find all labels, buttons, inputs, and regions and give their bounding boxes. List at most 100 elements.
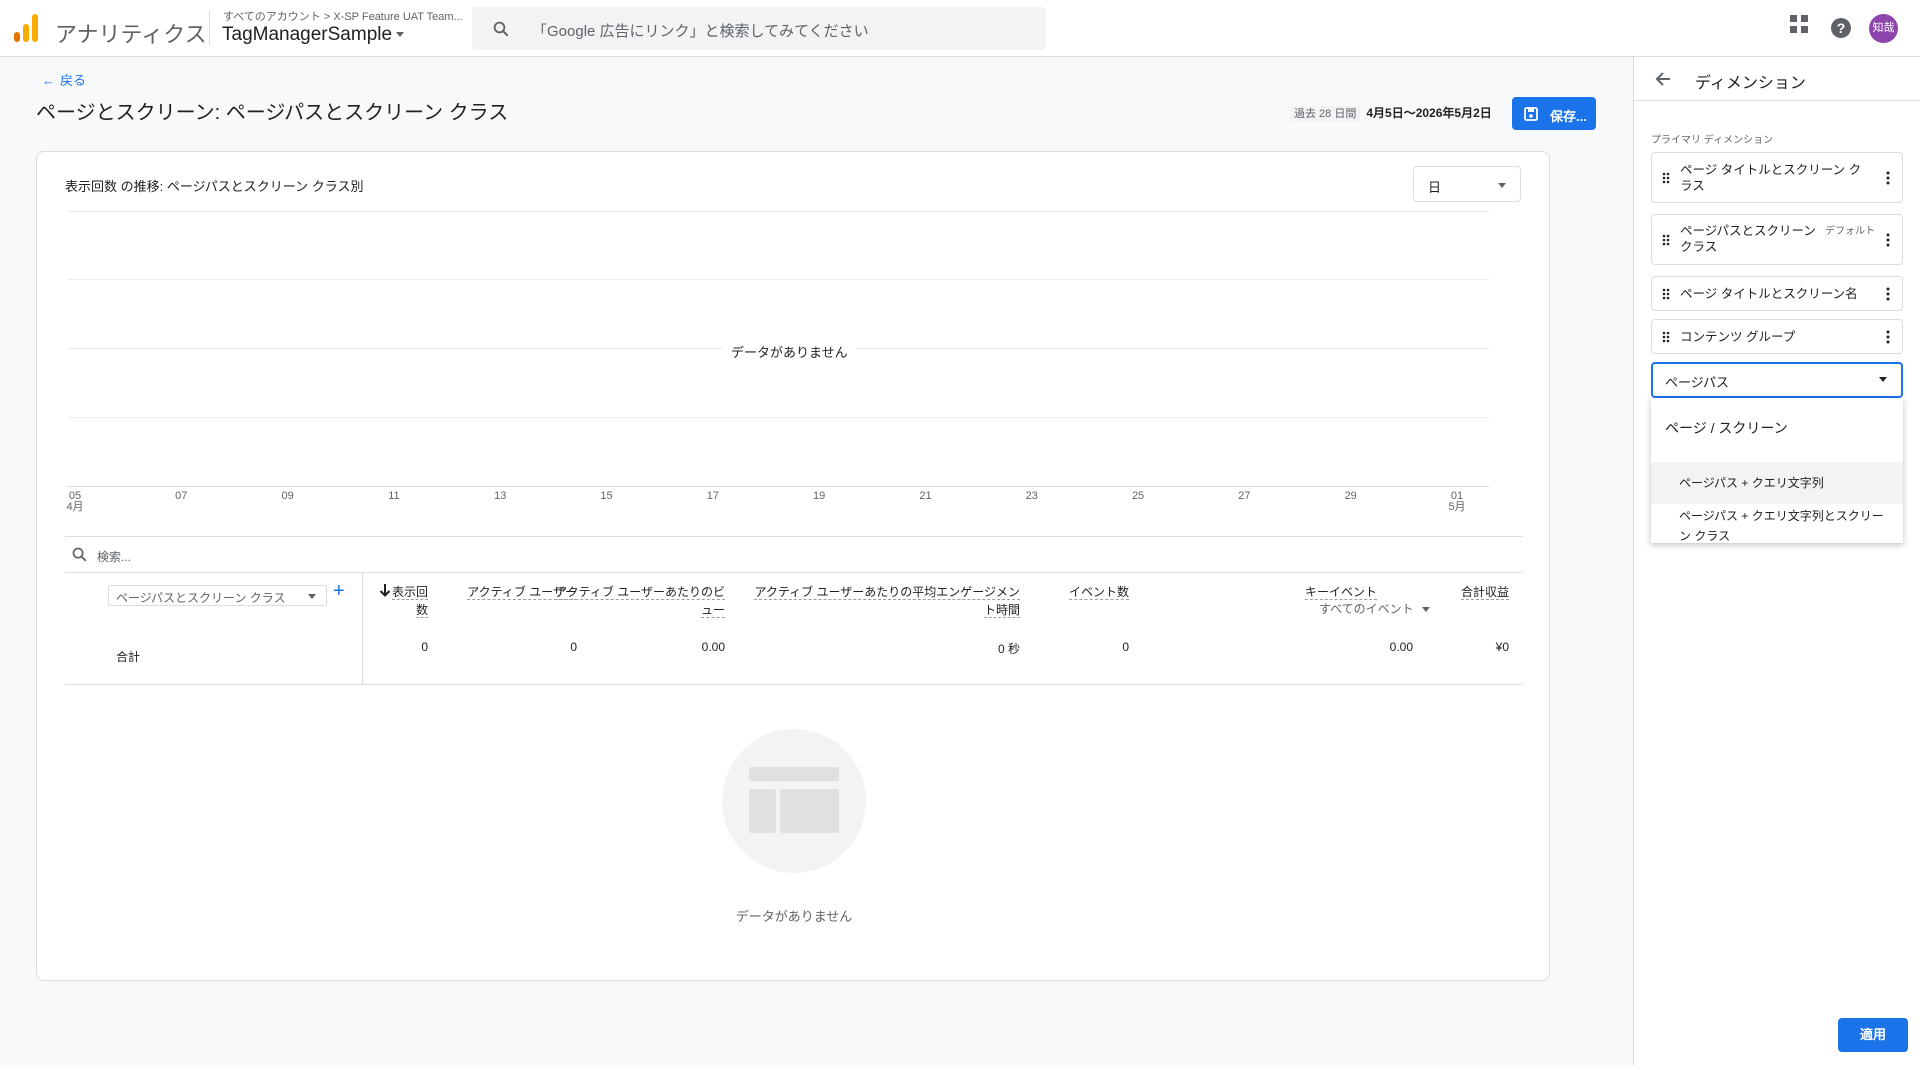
x-tick-label: 05 4月 [66,490,84,513]
key-event-filter[interactable]: すべてのイベント [1319,600,1430,617]
metric-header-label: イベント数 [1069,585,1130,600]
metric-header-label: アクティブ ユーザーあたりのビュー [555,585,725,618]
metric-total-views: 0 [421,640,428,654]
arrow-left-icon[interactable] [1655,71,1671,87]
chart-title: 表示回数 の推移: ページパスとスクリーン クラス別 [65,179,364,194]
chevron-down-icon [1879,377,1887,382]
dimension-column: ページパスとスクリーン クラス + 合計 [65,573,363,684]
granularity-value: 日 [1428,180,1442,195]
empty-table-illustration [722,729,866,873]
dimension-item-label: ページ タイトルとスクリーン クラス [1680,163,1862,193]
section-label: プライマリ ディメンション [1651,135,1774,146]
app-name: アナリティクス [55,22,207,47]
divider [209,10,210,46]
metric-header-key-events[interactable]: キーイベント [1277,583,1377,601]
data-table: ページパスとスクリーン クラス + 合計 表示回数 アクティブ ユーザー アクテ… [65,573,1523,685]
x-axis-line [67,486,1489,487]
search-icon [493,21,509,37]
x-tick-label: 01 5月 [1448,490,1466,513]
more-vert-icon[interactable] [1886,233,1890,247]
report-card: 表示回数 の推移: ページパスとスクリーン クラス別 日 データがありません 0… [36,151,1550,981]
dimension-search-combobox[interactable]: ページパス [1651,362,1903,398]
chevron-down-icon [396,32,405,38]
svg-text:?: ? [1837,20,1846,36]
panel-header: ディメンション [1634,57,1920,101]
metric-header-views-per-user[interactable]: アクティブ ユーザーあたりのビュー [545,583,725,619]
x-tick-label: 15 [600,490,613,502]
account-breadcrumb[interactable]: すべてのアカウント > X-SP Feature UAT Team... [223,8,463,24]
search-input[interactable]: 「Google 広告にリンク」と検索してみてください [472,7,1046,50]
dimension-item-label: ページ タイトルとスクリーン名 [1680,287,1858,301]
dimension-select[interactable]: ページパスとスクリーン クラス [108,585,327,606]
metric-header-label: アクティブ ユーザーあたりの平均エンゲージメント時間 [754,585,1020,618]
date-range-value: 4月5日～2026年5月2日 [1366,106,1492,120]
metric-total-views-per-user: 0.00 [701,640,725,654]
x-tick-label: 29 [1344,490,1357,502]
drag-handle-icon[interactable] [1662,288,1670,300]
x-tick-label: 21 [919,490,932,502]
save-button[interactable]: 保存... [1512,97,1596,130]
avatar[interactable]: 知哉 [1869,14,1898,43]
chevron-down-icon [1498,183,1506,188]
dropdown-option[interactable]: ページパス + クエリ文字列とスクリーン クラス [1651,504,1903,546]
more-vert-icon[interactable] [1886,171,1890,185]
save-label: 保存... [1550,109,1587,124]
metric-header-label: 表示回数 [391,585,428,618]
dimension-item[interactable]: ページパスとスクリーン クラス デフォルト [1651,214,1903,265]
dimension-item-label: ページパスとスクリーン クラス [1680,224,1816,254]
property-name: TagManagerSample [222,24,393,45]
x-tick-label: 17 [706,490,719,502]
drag-handle-icon[interactable] [1662,172,1670,184]
back-link[interactable]: ← 戻る [42,70,86,89]
gridline [67,417,1489,418]
table-search-placeholder: 検索... [97,550,132,564]
dropdown-group-label: ページ / スクリーン [1665,420,1788,436]
x-tick-label: 09 [281,490,294,502]
metric-total-active-users: 0 [570,640,577,654]
dimension-select-label: ページパスとスクリーン クラス [116,591,286,605]
metric-total-engagement-time: 0 秒 [997,642,1020,656]
more-vert-icon[interactable] [1886,287,1890,301]
property-selector[interactable]: TagManagerSample [222,24,405,46]
date-range-picker[interactable]: 過去 28 日間 4月5日～2026年5月2日 [1290,104,1492,122]
metric-header-views[interactable]: 表示回数 [382,583,428,619]
apps-grid-icon[interactable] [1790,15,1808,33]
dimension-dropdown: ページ / スクリーン ページパス + クエリ文字列 ページパス + クエリ文字… [1651,398,1903,543]
drag-handle-icon[interactable] [1662,331,1670,343]
gridline [67,211,1489,212]
dimension-item[interactable]: コンテンツ グループ [1651,319,1903,354]
analytics-logo-icon[interactable] [14,14,38,42]
metric-header-total-revenue[interactable]: 合計収益 [1461,583,1510,601]
metric-header-event-count[interactable]: イベント数 [1069,583,1130,601]
dropdown-option[interactable]: ページパス + クエリ文字列 [1651,462,1903,504]
metric-header-label: 合計収益 [1461,585,1510,600]
x-tick-label: 19 [813,490,826,502]
search-icon [72,547,87,562]
total-label: 合計 [116,650,141,664]
x-tick-label: 11 [388,490,400,502]
more-vert-icon[interactable] [1886,330,1890,344]
apply-button[interactable]: 適用 [1838,1018,1908,1052]
drag-handle-icon[interactable] [1662,234,1670,246]
metric-header-engagement-time[interactable]: アクティブ ユーザーあたりの平均エンゲージメント時間 [750,583,1020,619]
chevron-down-icon [308,594,316,599]
combobox-value: ページパス [1665,375,1729,390]
top-bar: アナリティクス すべてのアカウント > X-SP Feature UAT Tea… [0,0,1920,57]
add-dimension-button[interactable]: + [333,580,345,603]
page-title: ページとスクリーン: ページパスとスクリーン クラス [36,102,509,124]
table-search[interactable]: 検索... [65,536,1523,573]
panel-title: ディメンション [1695,75,1806,92]
dimension-item[interactable]: ページ タイトルとスクリーン クラス [1651,152,1903,203]
search-placeholder: 「Google 広告にリンク」と検索してみてください [532,23,869,40]
dimension-item[interactable]: ページ タイトルとスクリーン名 [1651,276,1903,311]
back-label: 戻る [60,73,87,88]
arrow-left-icon: ← [42,73,55,88]
granularity-select[interactable]: 日 [1413,166,1521,202]
save-icon [1524,107,1538,121]
x-tick-label: 27 [1238,490,1251,502]
gridline [67,279,1489,280]
key-event-filter-label: すべてのイベント [1319,602,1414,616]
x-tick-label: 23 [1025,490,1038,502]
help-icon[interactable]: ? [1830,17,1852,39]
metric-header-label: キーイベント [1304,585,1377,600]
